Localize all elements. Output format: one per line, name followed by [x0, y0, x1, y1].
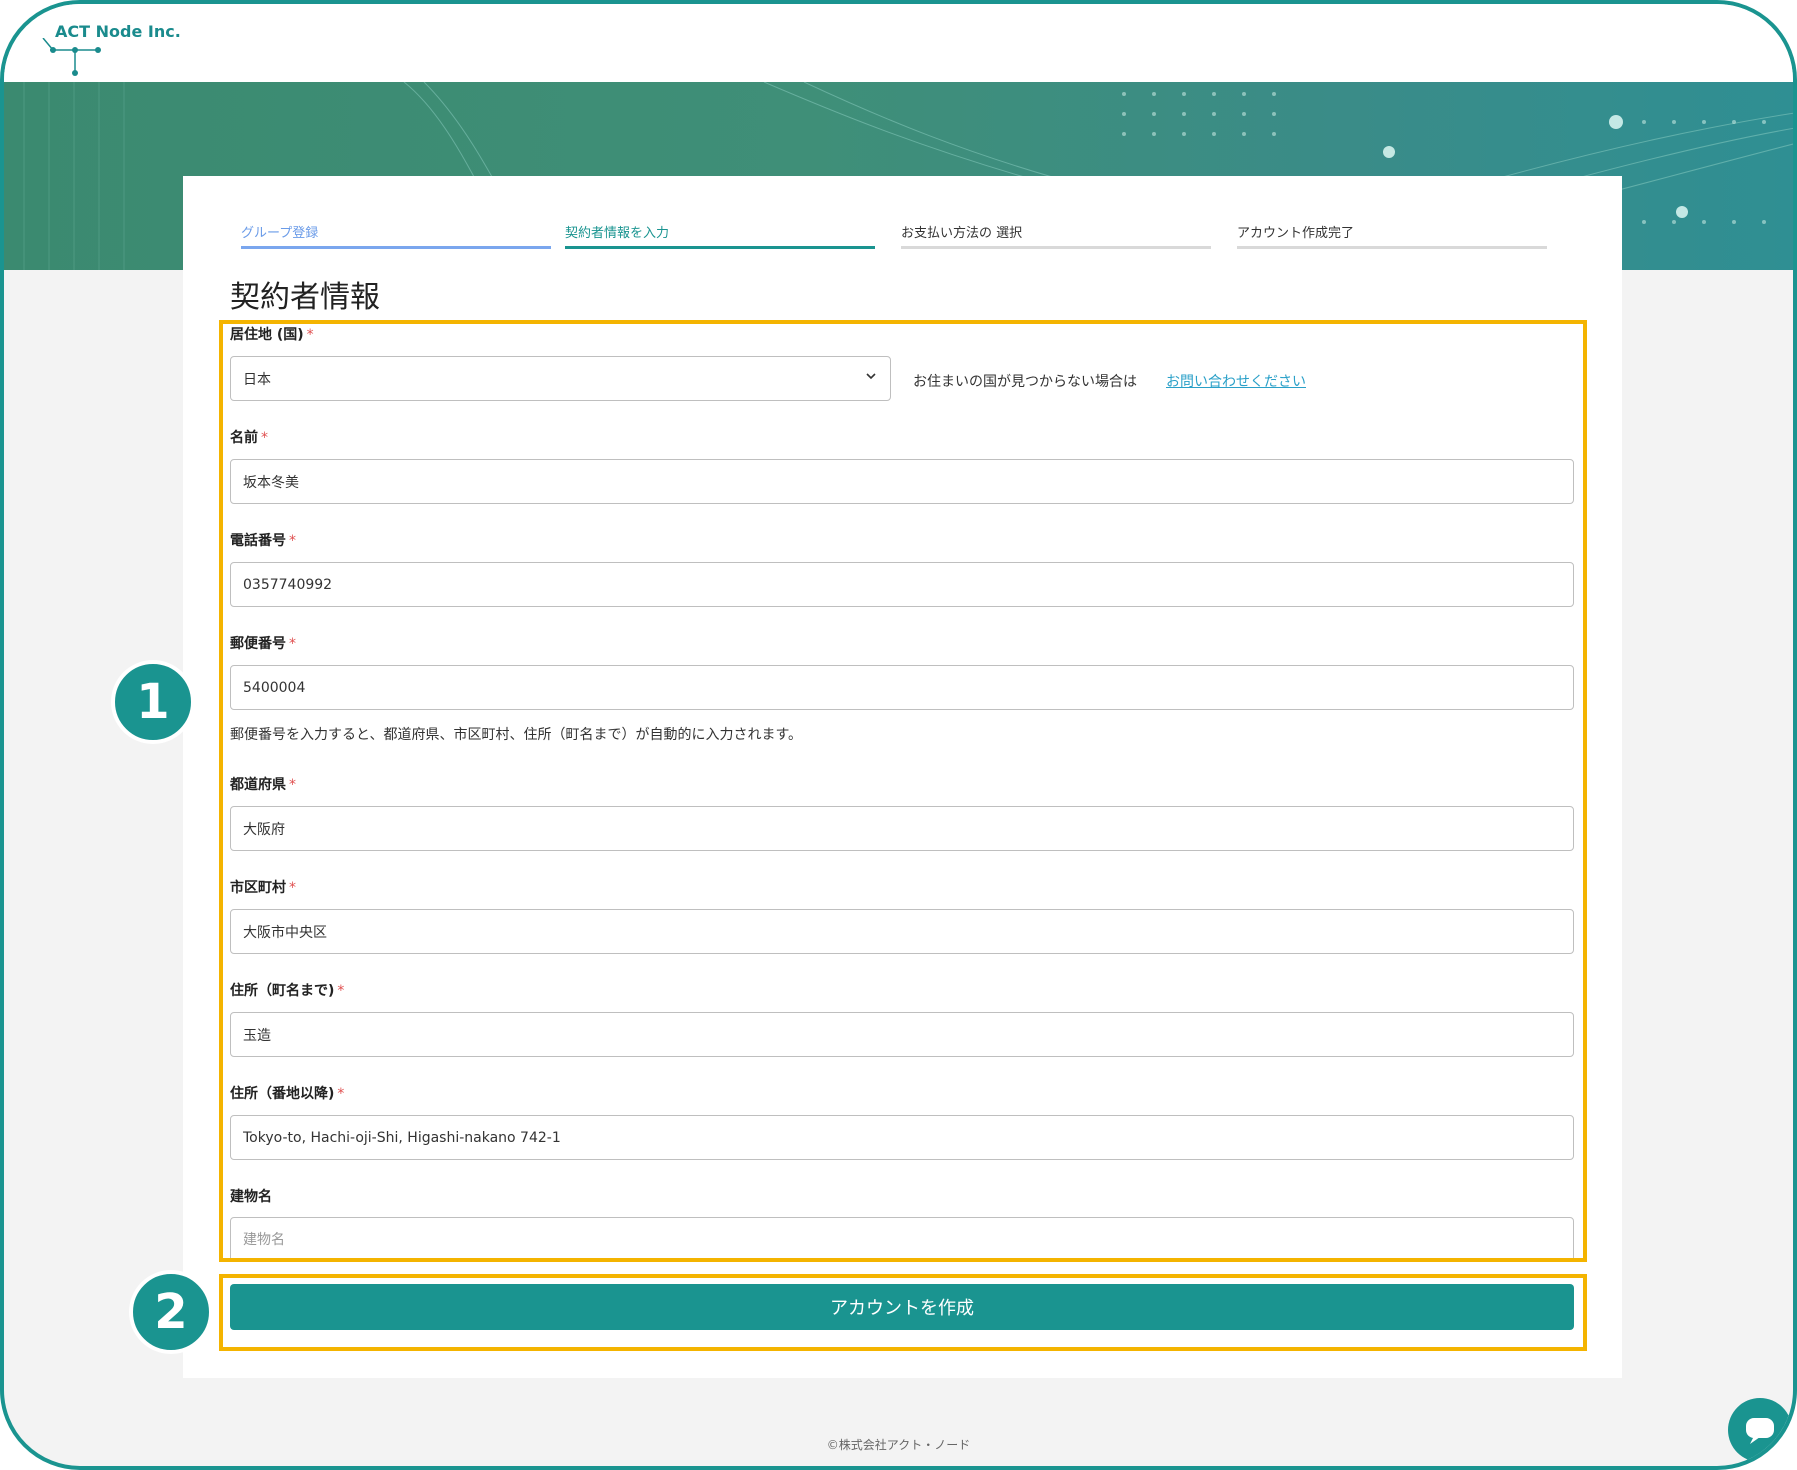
step-payment-method: お支払い方法の 選択	[901, 224, 1211, 249]
page-title: 契約者情報	[230, 280, 380, 315]
chat-button[interactable]	[1728, 1398, 1792, 1462]
step-bar	[901, 246, 1211, 249]
chat-bubble-icon	[1746, 1418, 1774, 1444]
screenshot-frame: ACT Node Inc. グループ登録 契約者情報を入力 お支払い方法の 選択…	[0, 0, 1797, 1470]
callout-badge-1: 1	[111, 660, 195, 744]
step-group-registration: グループ登録	[241, 224, 551, 249]
form-fields-highlight	[219, 320, 1587, 1262]
brand-name[interactable]: ACT Node Inc.	[55, 22, 181, 41]
step-label: 契約者情報を入力	[565, 226, 670, 241]
progress-steps: グループ登録 契約者情報を入力 お支払い方法の 選択 アカウント作成完了	[241, 224, 1577, 254]
create-account-button[interactable]: アカウントを作成	[230, 1284, 1574, 1330]
step-contractor-info: 契約者情報を入力	[565, 224, 875, 249]
step-account-complete: アカウント作成完了	[1237, 224, 1547, 249]
step-bar	[241, 246, 551, 249]
footer-copyright: ©株式会社アクト・ノード	[826, 1438, 971, 1452]
step-bar	[565, 246, 875, 249]
logo-icon	[42, 38, 101, 76]
step-label: グループ登録	[241, 226, 319, 241]
step-bar	[1237, 246, 1547, 249]
step-label: アカウント作成完了	[1237, 226, 1355, 241]
top-header: ACT Node Inc.	[4, 4, 1793, 82]
callout-badge-2: 2	[129, 1270, 213, 1354]
step-label: お支払い方法の 選択	[901, 226, 1023, 241]
